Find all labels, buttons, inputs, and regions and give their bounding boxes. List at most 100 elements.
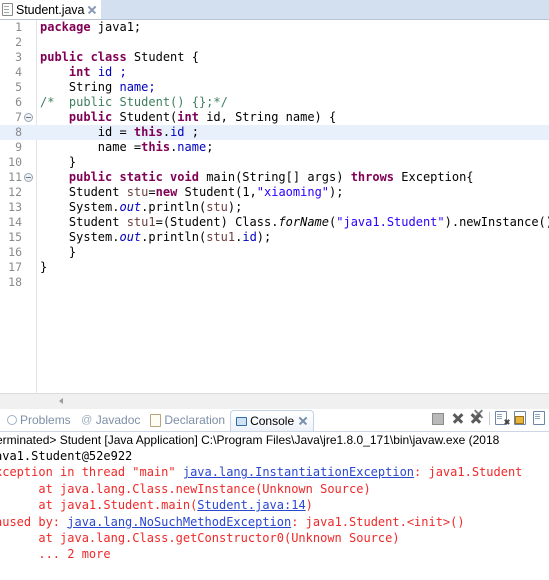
console-output-panel[interactable]: erminated> Student [Java Application] C:… bbox=[0, 432, 549, 580]
code-token: this bbox=[141, 140, 171, 154]
code-token: out bbox=[119, 200, 142, 214]
code-token: java1; bbox=[97, 20, 142, 34]
line-number: 6 bbox=[15, 95, 22, 109]
close-icon[interactable] bbox=[298, 416, 308, 426]
clear-console-icon bbox=[495, 411, 507, 425]
line-number: 8 bbox=[15, 125, 22, 139]
code-token: stu bbox=[126, 185, 149, 199]
remove-launch-button[interactable] bbox=[451, 411, 465, 425]
pin-console-icon bbox=[533, 411, 545, 425]
code-token: out bbox=[119, 230, 142, 244]
line-number: 16 bbox=[8, 245, 22, 259]
code-line[interactable]: 18 bbox=[0, 275, 549, 290]
declaration-icon bbox=[150, 413, 162, 427]
code-editor[interactable]: 1 package java1; 2 3 public class Student {… bbox=[0, 20, 549, 409]
console-text: aused by: bbox=[0, 514, 68, 529]
code-token: ); bbox=[227, 200, 243, 214]
code-line[interactable]: 3 public class Student { bbox=[0, 50, 549, 65]
view-tab-console[interactable]: Console bbox=[230, 409, 315, 431]
code-line[interactable]: 14 Student stu1=(Student) Class.forName(… bbox=[0, 215, 549, 230]
view-tab-label: Javadoc bbox=[95, 413, 141, 427]
view-tab-bar: Problems @ Javadoc Declaration Console bbox=[0, 409, 549, 432]
code-token: int bbox=[177, 110, 207, 124]
double-x-icon bbox=[473, 408, 485, 420]
console-text: at java.lang.Class.getConstructor0(Unkno… bbox=[0, 531, 400, 546]
scrollbar-track[interactable] bbox=[69, 394, 549, 408]
code-line[interactable]: 8 id = this.id ; bbox=[0, 125, 549, 140]
code-token: main(String[] args) bbox=[206, 170, 351, 184]
console-text: : java1.Student bbox=[414, 465, 523, 480]
view-tab-declaration[interactable]: Declaration bbox=[145, 410, 230, 430]
code-line[interactable]: 11 public static void main(String[] args… bbox=[0, 170, 549, 185]
pin-console-button[interactable] bbox=[533, 411, 547, 425]
console-line: at java.lang.Class.getConstructor0(Unkno… bbox=[0, 530, 549, 546]
line-number: 14 bbox=[8, 215, 22, 229]
javadoc-icon: @ bbox=[81, 414, 93, 426]
console-output-text[interactable]: ava1.Student@52e922 xception in thread "m… bbox=[0, 448, 549, 563]
editor-tab-bar: Student.java bbox=[0, 0, 549, 20]
console-hyperlink[interactable]: java.lang.InstantiationException bbox=[183, 465, 414, 479]
code-token: System. bbox=[40, 230, 120, 244]
code-line[interactable]: 4 int id ; bbox=[0, 65, 549, 80]
view-tab-problems[interactable]: Problems bbox=[2, 410, 76, 430]
code-line[interactable]: 12 Student stu=new Student(1,"xiaoming")… bbox=[0, 185, 549, 200]
code-line[interactable]: 16 } bbox=[0, 245, 549, 260]
line-number: 12 bbox=[8, 185, 22, 199]
console-text: ava1.Student@52e922 bbox=[0, 449, 133, 463]
code-token: public static void bbox=[68, 170, 207, 184]
remove-all-launches-button[interactable] bbox=[470, 411, 484, 425]
eclipse-ide-window: Student.java 1 package java1; 2 3 public cl… bbox=[0, 0, 549, 580]
code-token: = bbox=[148, 185, 156, 199]
editor-horizontal-scrollbar[interactable] bbox=[0, 393, 549, 409]
code-token: ); bbox=[329, 185, 344, 199]
code-line[interactable]: 5 String name; bbox=[0, 80, 549, 95]
view-tab-label: Problems bbox=[20, 413, 71, 427]
scroll-lock-button[interactable] bbox=[514, 411, 528, 425]
console-hyperlink[interactable]: Student.java:14 bbox=[197, 498, 305, 512]
code-token: public bbox=[68, 110, 120, 124]
code-token: Student bbox=[40, 185, 127, 199]
console-line: aused by: java.lang.NoSuchMethodExceptio… bbox=[0, 514, 549, 530]
code-line[interactable]: 7 public Student(int id, String name) { bbox=[0, 110, 549, 125]
console-hyperlink[interactable]: java.lang.NoSuchMethodException bbox=[67, 515, 291, 529]
fold-collapse-icon[interactable] bbox=[24, 113, 33, 122]
console-line: xception in thread "main" java.lang.Inst… bbox=[0, 464, 549, 480]
terminate-button[interactable] bbox=[432, 411, 446, 425]
code-line[interactable]: 9 name =this.name; bbox=[0, 140, 549, 155]
code-token: . bbox=[162, 125, 171, 139]
code-token: id = bbox=[40, 125, 134, 139]
view-tab-javadoc[interactable]: @ Javadoc bbox=[76, 410, 146, 430]
code-line[interactable]: 10 } bbox=[0, 155, 549, 170]
code-line[interactable]: 13 System.out.println(stu); bbox=[0, 200, 549, 215]
code-token: "xiaoming" bbox=[256, 185, 330, 199]
line-number: 17 bbox=[8, 260, 22, 274]
code-token: new bbox=[155, 185, 185, 199]
bottom-view-stack: Problems @ Javadoc Declaration Console ermin… bbox=[0, 409, 549, 580]
scroll-left-arrow-icon[interactable] bbox=[54, 394, 69, 408]
line-number: 11 bbox=[8, 170, 22, 184]
line-number: 9 bbox=[15, 140, 22, 154]
code-line[interactable]: 6 /* public Student() {};*/ bbox=[0, 95, 549, 110]
code-token: stu1 bbox=[206, 230, 236, 244]
code-token: String bbox=[40, 80, 120, 94]
code-token: id ; bbox=[97, 65, 127, 79]
code-token: ); bbox=[256, 230, 272, 244]
close-icon[interactable] bbox=[87, 5, 97, 15]
editor-tab-student-java[interactable]: Student.java bbox=[0, 0, 102, 19]
console-text: at java1.Student.main( bbox=[0, 498, 198, 513]
code-token: .println( bbox=[141, 200, 207, 214]
code-token: this bbox=[133, 125, 163, 139]
fold-collapse-icon[interactable] bbox=[24, 173, 33, 182]
clear-console-button[interactable] bbox=[495, 411, 509, 425]
code-line[interactable]: 15 System.out.println(stu1.id); bbox=[0, 230, 549, 245]
code-text-area[interactable]: 1 package java1; 2 3 public class Student {… bbox=[0, 20, 549, 409]
line-number: 15 bbox=[8, 230, 22, 244]
code-line[interactable]: 17} bbox=[0, 260, 549, 275]
code-token: id bbox=[242, 230, 257, 244]
code-line[interactable]: 2 bbox=[0, 35, 549, 50]
code-token: Student { bbox=[133, 50, 199, 64]
code-line[interactable]: 1 package java1; bbox=[0, 20, 549, 35]
code-token: /* public Student() {};*/ bbox=[40, 95, 228, 109]
